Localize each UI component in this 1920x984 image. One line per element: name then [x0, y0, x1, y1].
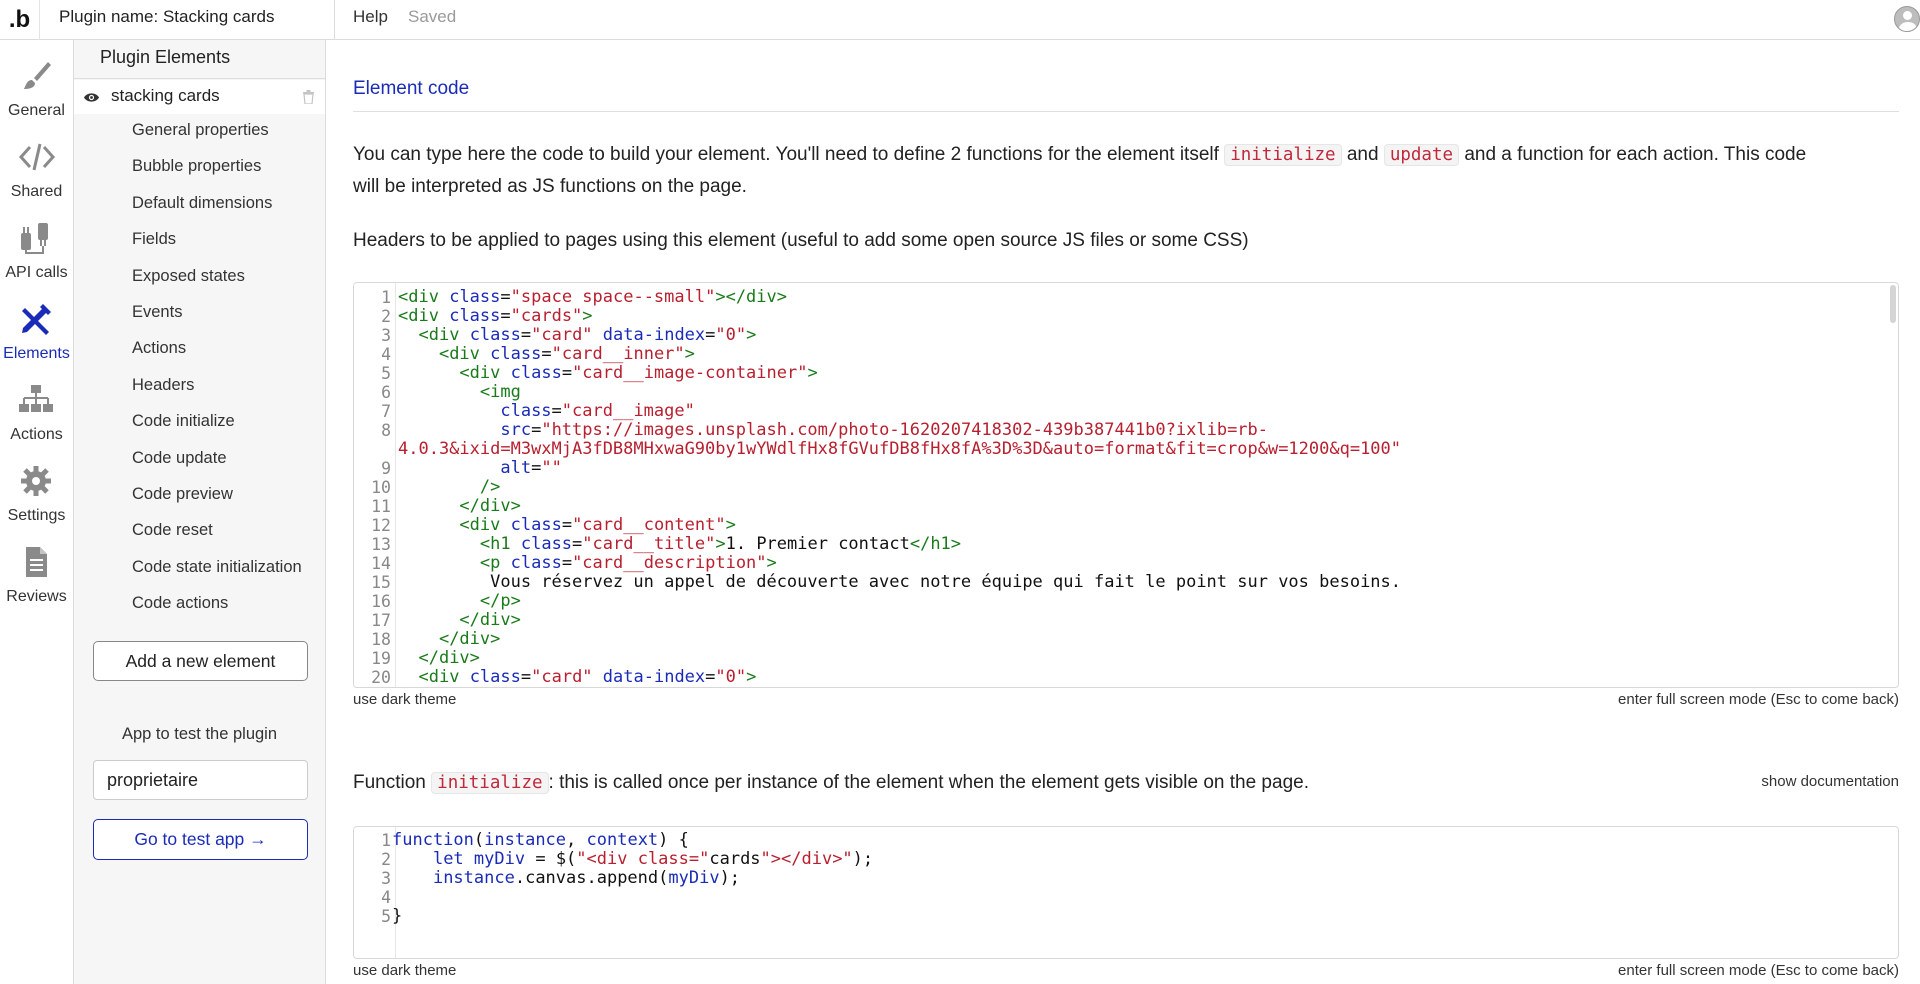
gear-icon [21, 466, 51, 496]
code-text[interactable]: <div class="space space--small"></div> <… [398, 283, 1888, 687]
saved-status: Saved [408, 7, 457, 26]
divider [74, 78, 325, 79]
help-link[interactable]: Help [353, 7, 388, 27]
code-icon [18, 143, 56, 171]
go-to-test-app-button[interactable]: Go to test app → [93, 819, 308, 860]
top-bar: .b Plugin name: Stacking cards Help Save… [0, 0, 1920, 40]
full-screen-link[interactable]: enter full screen mode (Esc to come back… [1618, 962, 1899, 979]
plug-icon [21, 223, 48, 254]
function-label: Function [353, 772, 426, 793]
line-number-gutter: 1 2 3 4 5 6 7 8 9 10 11 12 13 14 15 16 1… [354, 283, 396, 687]
rail-actions[interactable]: Actions [0, 372, 73, 453]
hierarchy-icon [19, 385, 53, 412]
sub-item-default-dimensions[interactable]: Default dimensions [132, 194, 272, 213]
sub-item-actions[interactable]: Actions [132, 339, 186, 358]
code-text[interactable]: function(instance, context) { let myDiv … [392, 827, 1888, 926]
user-avatar-icon[interactable] [1894, 6, 1920, 32]
element-row-stacking-cards[interactable]: stacking cards [74, 80, 325, 114]
initialize-chip: initialize [1224, 144, 1342, 166]
main-content: Element code You can type here the code … [327, 40, 1920, 984]
rail-reviews[interactable]: Reviews [0, 534, 73, 615]
eye-icon[interactable] [83, 92, 100, 103]
line-number-gutter: 1 2 3 4 5 [354, 827, 396, 958]
rail-api-calls[interactable]: API calls [0, 210, 73, 291]
rail-label: Settings [7, 507, 66, 524]
headers-description: Headers to be applied to pages using thi… [353, 230, 1249, 251]
sub-item-headers[interactable]: Headers [132, 376, 194, 395]
brush-icon [24, 62, 51, 89]
test-app-input[interactable] [93, 760, 308, 800]
sub-item-code-actions[interactable]: Code actions [132, 594, 228, 613]
document-icon [26, 547, 47, 577]
intro-text: You can type here the code to build your… [353, 144, 1219, 165]
initialize-chip: initialize [431, 772, 549, 794]
panel-title: Plugin Elements [100, 47, 231, 67]
use-dark-theme-link[interactable]: use dark theme [353, 691, 456, 708]
sub-item-code-initialize[interactable]: Code initialize [132, 412, 235, 431]
intro-and: and [1346, 144, 1379, 165]
use-dark-theme-link[interactable]: use dark theme [353, 962, 456, 979]
sub-item-events[interactable]: Events [132, 303, 182, 322]
headers-code-editor[interactable]: 1 2 3 4 5 6 7 8 9 10 11 12 13 14 15 16 1… [353, 282, 1899, 688]
intro-paragraph: You can type here the code to build your… [353, 139, 1913, 202]
initialize-code-editor[interactable]: 1 2 3 4 5 function(instance, context) { … [353, 826, 1899, 959]
divider [353, 111, 1899, 112]
sub-item-code-state-initialization[interactable]: Code state initialization [132, 558, 302, 577]
rail-label: Shared [10, 183, 63, 200]
rail-general[interactable]: General [0, 48, 73, 129]
sub-item-fields[interactable]: Fields [132, 230, 176, 249]
sub-item-exposed-states[interactable]: Exposed states [132, 267, 245, 286]
rail-label: Elements [3, 345, 70, 362]
rail-label: General [8, 102, 65, 119]
rail-settings[interactable]: Settings [0, 453, 73, 534]
section-title: Element code [353, 78, 470, 99]
trash-icon[interactable] [303, 90, 314, 104]
full-screen-link[interactable]: enter full screen mode (Esc to come back… [1618, 691, 1899, 708]
rail-label: API calls [5, 264, 68, 281]
rail-label: Actions [10, 426, 63, 443]
sub-item-code-update[interactable]: Code update [132, 449, 227, 468]
plugin-elements-panel: Plugin Elements stacking cards General p… [74, 40, 326, 984]
sub-item-code-preview[interactable]: Code preview [132, 485, 233, 504]
function-initialize-heading: Function initialize: this is called once… [353, 767, 1309, 799]
show-documentation-link[interactable]: show documentation [1761, 773, 1899, 790]
pencil-ruler-icon [22, 304, 51, 335]
function-description: : this is called once per instance of th… [548, 772, 1309, 793]
sub-item-code-reset[interactable]: Code reset [132, 521, 213, 540]
scrollbar[interactable] [1890, 285, 1896, 323]
rail-shared[interactable]: Shared [0, 129, 73, 210]
sub-item-general-properties[interactable]: General properties [132, 121, 269, 140]
left-icon-rail: General Shared API calls Elements Action… [0, 40, 74, 984]
rail-label: Reviews [6, 588, 67, 605]
intro-text-after: and a function for each action. This cod… [1464, 144, 1807, 165]
rail-elements[interactable]: Elements [0, 291, 73, 372]
update-chip: update [1383, 144, 1460, 166]
intro-line-2: will be interpreted as JS functions on t… [353, 176, 747, 197]
add-new-element-button[interactable]: Add a new element [93, 641, 308, 681]
element-name: stacking cards [111, 86, 220, 105]
top-divider [334, 0, 335, 40]
sub-item-bubble-properties[interactable]: Bubble properties [132, 157, 261, 176]
test-app-label: App to test the plugin [121, 725, 278, 743]
plugin-name: Plugin name: Stacking cards [59, 7, 275, 26]
bubble-logo[interactable]: .b [0, 0, 40, 40]
